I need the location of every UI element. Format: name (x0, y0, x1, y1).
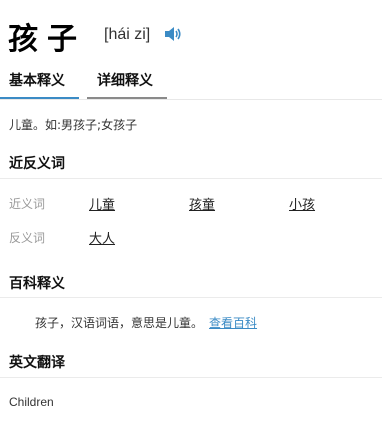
tab-basic-definition[interactable]: 基本释义 (0, 70, 79, 100)
baike-summary: 孩子，汉语词语，意思是儿童。 查看百科 (35, 314, 257, 331)
antonym-link[interactable]: 大人 (89, 228, 115, 247)
tab-basic-label: 基本释义 (9, 73, 65, 89)
english-section-title: 英文翻译 (9, 355, 65, 371)
pinyin: [hái zi] (104, 26, 151, 43)
section-divider (0, 178, 382, 179)
basic-definition-text: 儿童。如:男孩子;女孩子 (9, 118, 138, 132)
synonym-link[interactable]: 孩童 (189, 194, 215, 213)
section-divider (0, 297, 382, 298)
dictionary-entry: 孩子 [hái zi] 基本释义 详细释义 儿童。如:男孩子;女孩子 近反义词 … (0, 0, 382, 421)
headword: 孩子 (8, 22, 86, 57)
synonym-link[interactable]: 小孩 (289, 194, 315, 213)
synonym-link[interactable]: 儿童 (89, 194, 115, 213)
synonyms-section-title: 近反义词 (9, 156, 65, 172)
synonym-label: 近义词 (9, 197, 46, 211)
antonym-label: 反义词 (9, 231, 46, 245)
tab-detailed-definition[interactable]: 详细释义 (87, 70, 169, 100)
baike-summary-text: 孩子，汉语词语，意思是儿童。 (35, 316, 204, 330)
view-baike-link[interactable]: 查看百科 (209, 316, 257, 330)
speaker-icon[interactable] (164, 26, 182, 42)
baike-section-title: 百科释义 (9, 276, 65, 292)
tab-detail-label: 详细释义 (97, 73, 153, 89)
section-divider (0, 377, 382, 378)
definition-tabs: 基本释义 详细释义 (0, 70, 382, 100)
english-translation: Children (9, 395, 54, 409)
tabs-divider (0, 99, 382, 100)
